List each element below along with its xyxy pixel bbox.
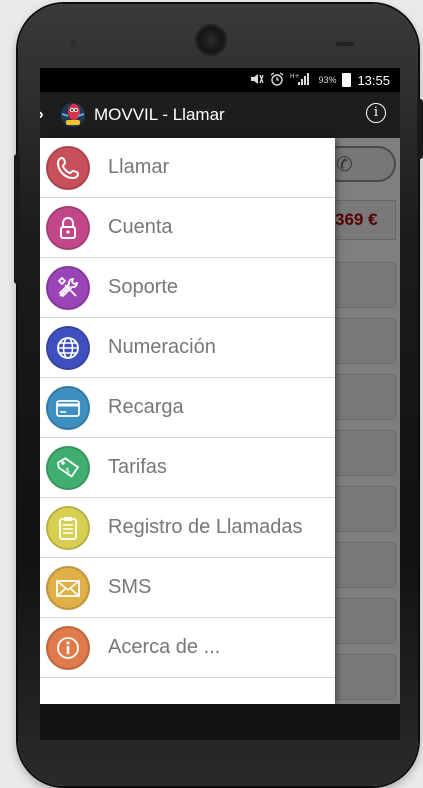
credit-card-icon — [46, 385, 90, 430]
menu-item-label: Recarga — [108, 396, 184, 418]
globe-icon — [46, 325, 90, 370]
menu-item-acerca-de[interactable]: Acerca de ... — [40, 618, 335, 678]
menu-item-recarga[interactable]: Recarga — [40, 378, 335, 438]
svg-text:$: $ — [65, 466, 70, 475]
tools-icon — [46, 265, 90, 310]
navigation-drawer: Llamar Cuenta Soporte Numeración Recarga — [40, 138, 335, 704]
menu-item-label: Acerca de ... — [108, 636, 221, 658]
earpiece-speaker — [197, 26, 225, 54]
menu-item-label: Tarifas — [108, 456, 167, 478]
menu-item-label: Soporte — [108, 276, 179, 298]
svg-text:H+: H+ — [290, 73, 300, 80]
menu-item-label: SMS — [108, 576, 152, 598]
menu-item-registro-de-llamadas[interactable]: Registro de Llamadas — [40, 498, 335, 558]
app-logo-icon — [58, 100, 88, 130]
clipboard-icon — [46, 505, 90, 550]
action-bar: › MOVVIL - Llamar i — [40, 92, 400, 138]
menu-item-label: Numeración — [108, 336, 216, 358]
screen: H+ 93% 13:55 › MOVVIL - Llamar i ✆ 369 € — [40, 68, 400, 704]
menu-item-numeracion[interactable]: Numeración — [40, 318, 335, 378]
info-icon — [46, 625, 90, 670]
menu-item-cuenta[interactable]: Cuenta — [40, 198, 335, 258]
menu-item-llamar[interactable]: Llamar — [40, 138, 335, 198]
hplus-signal-icon: H+ — [290, 72, 312, 88]
menu-item-label: Cuenta — [108, 216, 173, 238]
menu-item-sms[interactable]: SMS — [40, 558, 335, 618]
app-title: MOVVIL - Llamar — [94, 105, 225, 124]
alarm-icon — [270, 71, 284, 89]
mute-icon — [250, 73, 265, 88]
price-tag-icon: $ — [46, 445, 90, 490]
power-button — [417, 99, 423, 159]
clock: 13:55 — [357, 72, 390, 88]
front-camera — [70, 40, 76, 46]
battery-percent: 93% — [318, 75, 337, 85]
menu-item-label: Registro de Llamadas — [108, 516, 303, 538]
proximity-sensor — [336, 42, 354, 46]
info-icon[interactable]: i — [366, 103, 386, 123]
menu-item-soporte[interactable]: Soporte — [40, 258, 335, 318]
phone-icon — [46, 145, 90, 190]
battery-icon — [342, 73, 352, 87]
status-bar: H+ 93% 13:55 — [40, 68, 400, 92]
lock-icon — [46, 205, 90, 250]
drawer-toggle-icon[interactable]: › — [40, 106, 50, 124]
menu-item-tarifas[interactable]: $ Tarifas — [40, 438, 335, 498]
menu-item-label: Llamar — [108, 156, 170, 178]
envelope-icon — [46, 565, 90, 610]
volume-button — [14, 154, 20, 284]
bottom-bezel — [40, 704, 400, 740]
